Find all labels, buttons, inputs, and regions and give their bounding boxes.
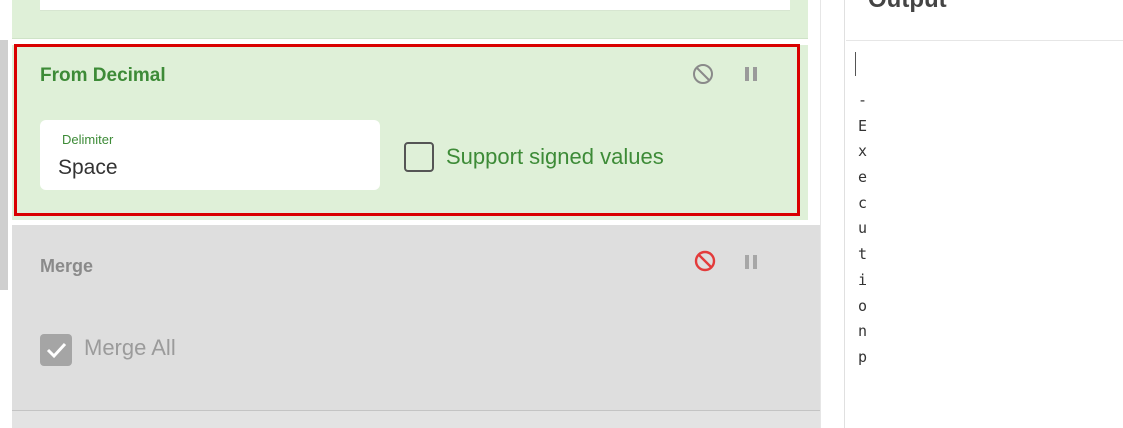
from-decimal-title: From Decimal [40, 65, 166, 86]
checkmark-icon [46, 342, 67, 359]
output-char: e [858, 168, 868, 187]
support-signed-values-checkbox[interactable] [404, 142, 434, 172]
delimiter-label: Delimiter [62, 132, 114, 147]
pause-icon[interactable] [740, 63, 762, 85]
output-char: p [858, 347, 868, 366]
recipe-pane: From Decimal Delimiter Space Support sig… [0, 0, 820, 428]
output-title: Output [868, 0, 947, 14]
recipe-scrollbar[interactable] [0, 40, 8, 290]
output-header-divider [846, 40, 1123, 41]
disable-icon[interactable] [694, 250, 716, 272]
previous-operation [12, 0, 808, 39]
pause-icon[interactable] [740, 251, 762, 273]
previous-operation-field[interactable] [40, 0, 790, 11]
support-signed-values-label: Support signed values [446, 144, 664, 169]
output-char: n [858, 322, 868, 341]
output-char: - [858, 91, 868, 109]
merge-all-label: Merge All [84, 335, 176, 360]
merge-title: Merge [40, 256, 94, 276]
next-operation [12, 411, 820, 428]
output-char: u [858, 219, 868, 238]
disable-icon[interactable] [692, 63, 714, 85]
delimiter-value[interactable]: Space [58, 156, 118, 180]
text-caret [855, 52, 856, 76]
output-char: c [858, 193, 868, 212]
output-divider [844, 0, 845, 428]
output-char: i [858, 270, 868, 289]
output-char: t [858, 245, 868, 264]
output-text[interactable]: - E x e c u t i o n p [858, 88, 878, 371]
delimiter-field[interactable]: Delimiter Space [40, 120, 380, 190]
output-char: E [858, 116, 868, 135]
output-char: o [858, 296, 868, 315]
output-char: x [858, 142, 868, 161]
merge-all-checkbox[interactable] [40, 334, 72, 366]
